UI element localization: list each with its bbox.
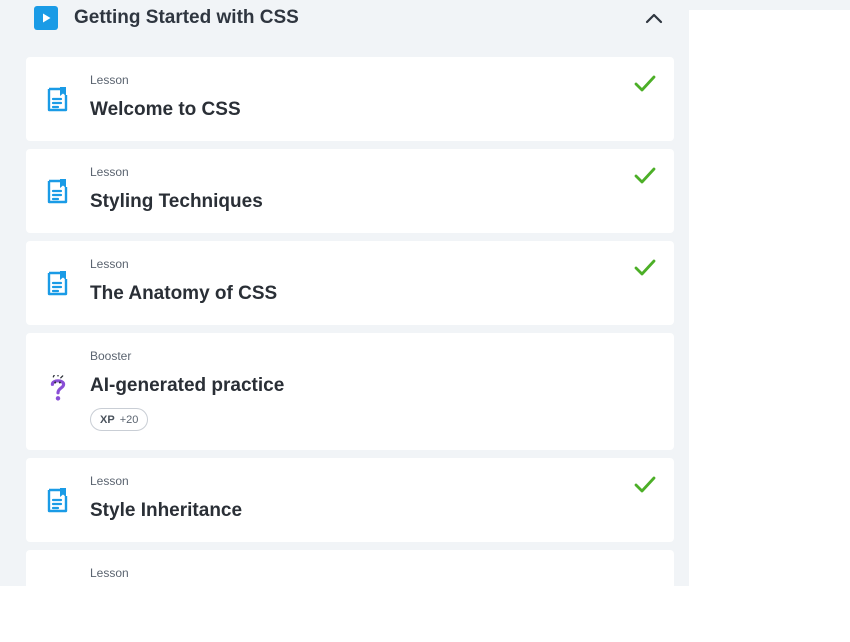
item-type-label: Lesson [90,257,129,271]
xp-value: +20 [119,413,139,426]
lesson-title[interactable]: Style Inheritance [90,500,242,522]
lesson-card[interactable]: Lesson Welcome to CSS [26,57,674,141]
lesson-title[interactable]: Welcome to CSS [90,99,241,121]
lesson-icon [47,488,68,513]
top-strip [689,0,850,10]
lesson-card[interactable]: Lesson [26,550,674,634]
lesson-icon [47,179,68,204]
check-icon [634,167,656,184]
item-type-label: Lesson [90,474,129,488]
lesson-card[interactable]: Lesson The Anatomy of CSS [26,241,674,325]
item-type-label: Lesson [90,165,129,179]
collapse-button[interactable] [642,6,666,30]
lesson-list: Lesson Welcome to CSS Lesson Styling Tec… [26,57,674,642]
module-title: Getting Started with CSS [74,7,299,28]
xp-badge: XP +20 [90,408,149,431]
check-icon [634,476,656,493]
item-type-label: Lesson [90,73,129,87]
lesson-title[interactable]: The Anatomy of CSS [90,283,277,305]
lesson-icon [47,87,68,112]
lesson-title[interactable]: Styling Techniques [90,191,263,213]
module-header[interactable]: Getting Started with CSS [26,0,674,44]
item-type-label: Booster [90,349,132,363]
xp-label: XP [100,413,115,426]
chevron-up-icon [645,13,663,24]
question-mark-icon [50,375,66,401]
booster-card[interactable]: Booster AI-generated practice XP +20 [26,333,674,450]
check-icon [634,75,656,92]
lesson-card[interactable]: Lesson Styling Techniques [26,149,674,233]
lesson-icon [47,271,68,296]
item-type-label: Lesson [90,566,129,580]
play-icon [34,6,58,30]
check-icon [634,259,656,276]
booster-title[interactable]: AI-generated practice [90,375,284,397]
lesson-card[interactable]: Lesson Style Inheritance [26,458,674,542]
